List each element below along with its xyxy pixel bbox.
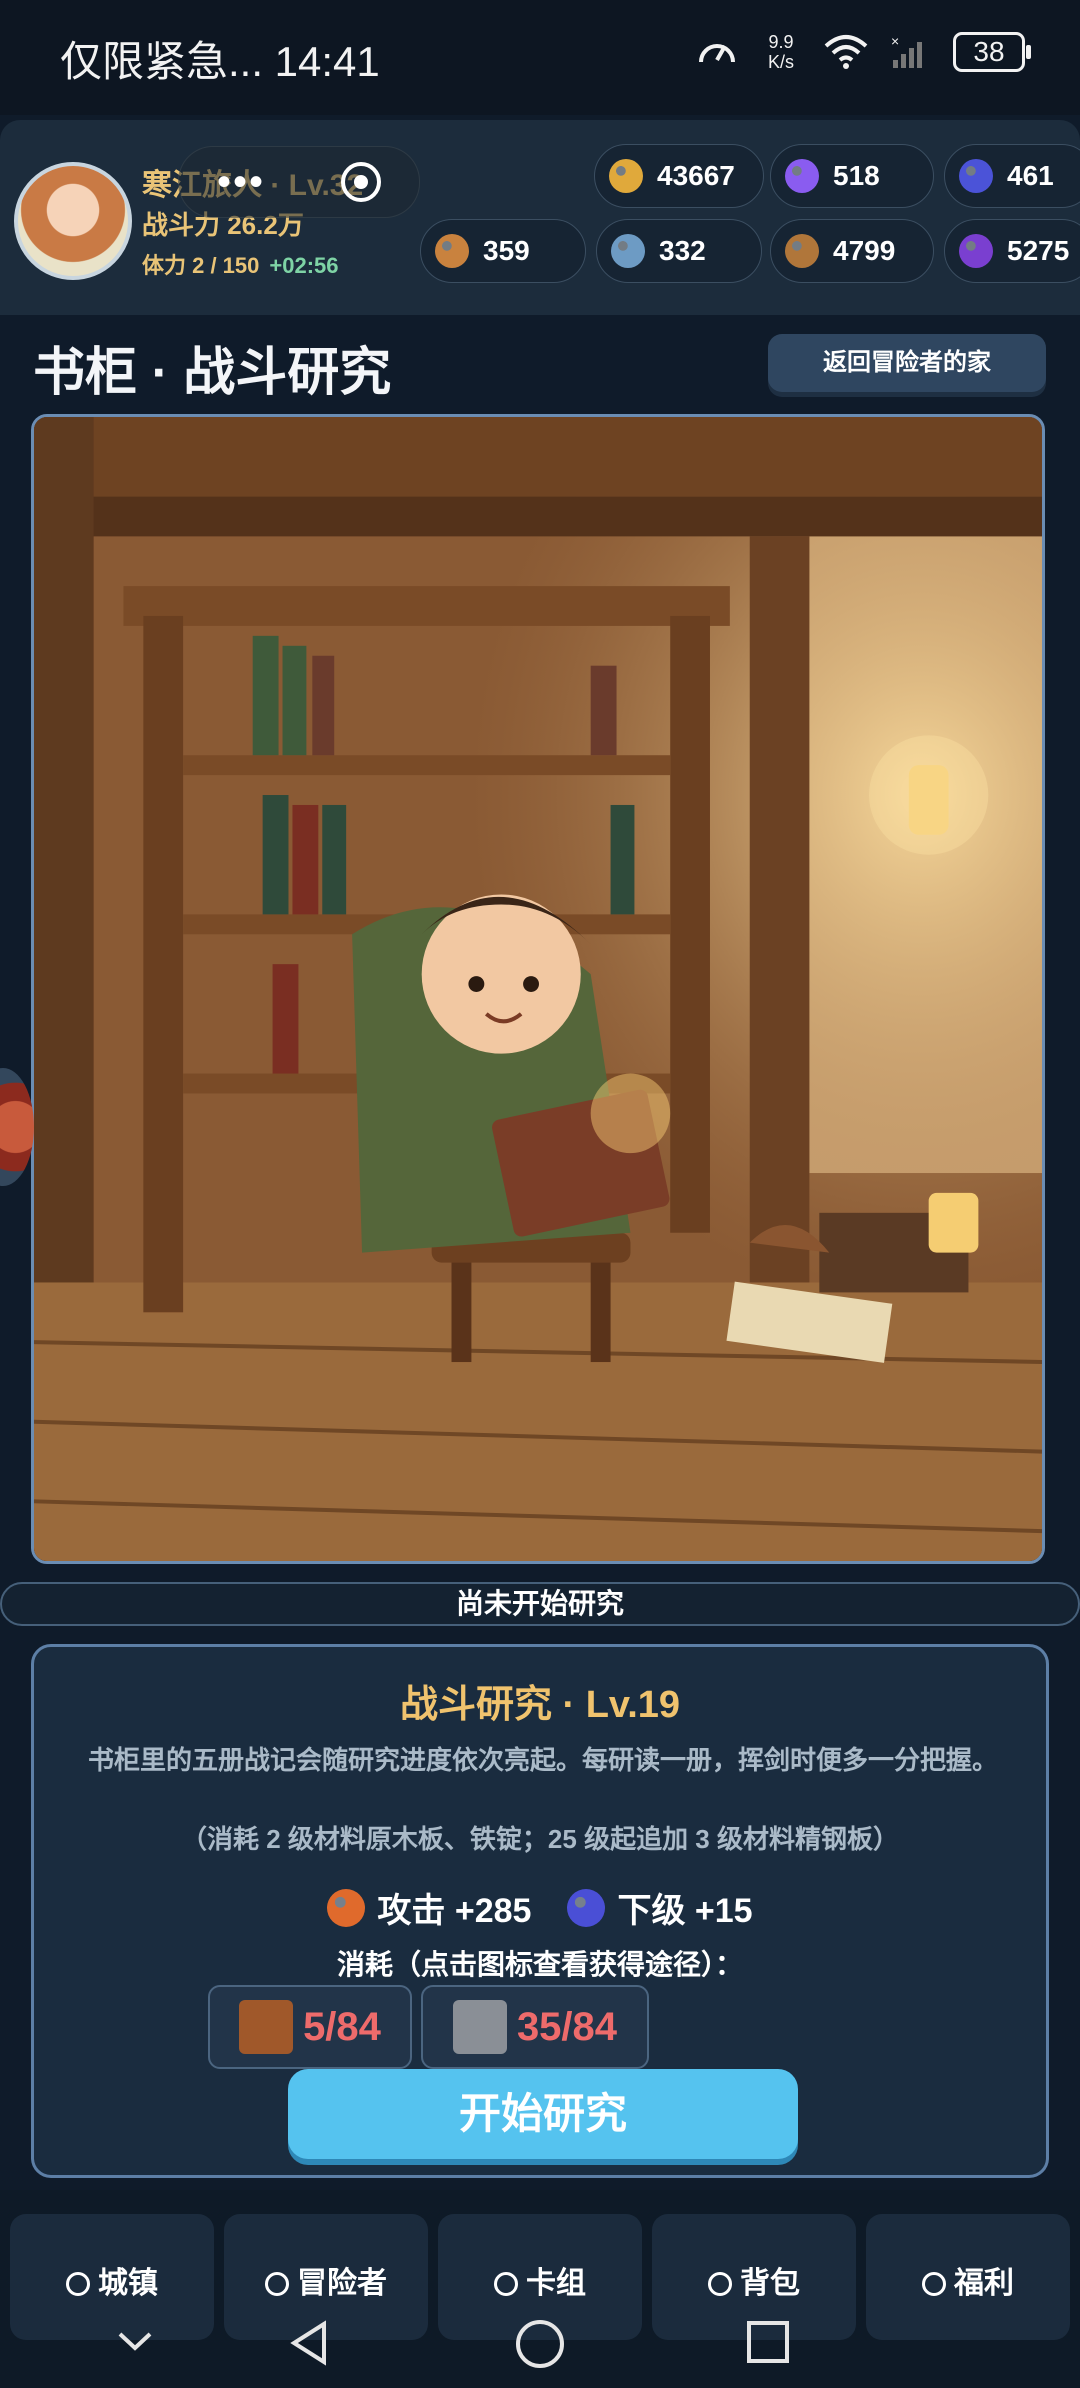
status-bar-icons: 9.9 K/s × 38: [695, 30, 1031, 74]
chevron-down-icon[interactable]: [112, 2318, 158, 2364]
signal-icon: ×: [891, 34, 922, 68]
avatar[interactable]: [14, 162, 132, 280]
library-scene-image: [34, 417, 1042, 1561]
resource-copper[interactable]: 359: [420, 219, 586, 283]
more-options-icon[interactable]: •••: [217, 160, 265, 205]
tab-label: 卡组: [526, 2267, 586, 2300]
circle-icon: [708, 2272, 732, 2296]
system-nav-bar: [0, 2310, 1080, 2388]
resource-violet-orb[interactable]: 5275: [944, 219, 1080, 283]
status-bar: 仅限紧急... 14:41 9.9 K/s × 38: [0, 0, 1080, 115]
resource-value: 461: [1007, 160, 1054, 191]
resource-gem[interactable]: 518: [770, 144, 934, 208]
home-circle-icon[interactable]: [514, 2318, 566, 2370]
purple-gem-icon: [785, 159, 819, 193]
crystal-ore-icon: [611, 234, 645, 268]
circle-icon: [922, 2272, 946, 2296]
back-to-home-button[interactable]: 返回冒险者的家: [768, 334, 1046, 392]
miniprogram-capsule: •••: [178, 146, 420, 218]
recents-square-icon[interactable]: [744, 2318, 792, 2366]
resource-value: 43667: [657, 160, 735, 191]
speedometer-icon: [699, 44, 735, 63]
wood-plank-icon: [239, 2000, 294, 2054]
stamina-timer: +02:56: [269, 253, 339, 278]
circle-icon: [494, 2272, 518, 2296]
research-material-note: （消耗 2 级材料原木板、铁锭；25 级起追加 3 级材料精钢板）: [181, 1824, 899, 1854]
research-description: 书柜里的五册战记会随研究进度依次亮起。每研读一册，挥剑时便多一分把握。: [87, 1745, 998, 1775]
cost-wood-plank[interactable]: 5/84: [208, 1985, 412, 2069]
resource-crystal[interactable]: 332: [596, 219, 762, 283]
research-bonuses: 攻击 +285 下级 +15: [34, 1883, 1046, 1932]
cost-value: 5/84: [303, 2004, 381, 2049]
resource-value: 5275: [1007, 235, 1070, 266]
bronze-medal-icon: [785, 234, 819, 268]
resource-value: 518: [833, 160, 880, 191]
net-speed-value: 9.9: [768, 32, 794, 52]
resource-value: 4799: [833, 235, 896, 266]
stamina: 体力 2 / 150 +02:56: [142, 248, 339, 280]
start-research-button[interactable]: 开始研究: [288, 2069, 798, 2159]
bonus-attack: 攻击 +285: [327, 1883, 531, 1932]
resource-value: 359: [483, 235, 530, 266]
cost-value: 35/84: [516, 2004, 618, 2049]
cost-iron-ingot[interactable]: 35/84: [421, 1985, 649, 2069]
back-triangle-icon[interactable]: [284, 2318, 334, 2368]
attack-icon: [327, 1888, 366, 1927]
research-panel: 战斗研究 · Lv.19 书柜里的五册战记会随研究进度依次亮起。每研读一册，挥剑…: [31, 1644, 1049, 2178]
tab-label: 背包: [740, 2267, 800, 2300]
resource-blue-orb[interactable]: 461: [944, 144, 1080, 208]
iron-ingot-icon: [452, 2000, 507, 2054]
bonus-text: 下级 +15: [617, 1892, 753, 1930]
stamina-value: 体力 2 / 150: [142, 253, 260, 278]
bonus-text: 攻击 +285: [377, 1892, 532, 1930]
status-bar-time: 仅限紧急... 14:41: [60, 38, 380, 85]
research-title: 战斗研究 · Lv.19: [399, 1684, 681, 1726]
gold-coin-icon: [609, 159, 643, 193]
resource-value: 332: [659, 235, 706, 266]
orb-icon: [567, 1888, 606, 1927]
resource-gold[interactable]: 43667: [594, 144, 764, 208]
battery-indicator: 38: [953, 32, 1031, 72]
net-speed-unit: K/s: [767, 52, 794, 72]
circle-icon: [265, 2272, 289, 2296]
resource-bronze[interactable]: 4799: [770, 219, 934, 283]
research-status: 尚未开始研究: [0, 1582, 1080, 1626]
copper-coin-icon: [435, 234, 469, 268]
player-header: 寒江旅人 · Lv.32 战斗力 26.2万 体力 2 / 150+02:56 …: [0, 120, 1080, 315]
tab-label: 福利: [954, 2267, 1014, 2300]
wifi-icon: [824, 35, 868, 69]
side-floating-button[interactable]: [0, 1068, 34, 1186]
net-speed: 9.9 K/s: [761, 32, 801, 72]
blue-orb-icon: [959, 159, 993, 193]
violet-orb-icon: [959, 234, 993, 268]
svg-text:×: ×: [891, 34, 899, 49]
tab-label: 城镇: [98, 2267, 158, 2300]
study-illustration: [31, 414, 1045, 1564]
page-title: 书柜 · 战斗研究: [33, 344, 392, 402]
tab-label: 冒险者: [297, 2267, 387, 2300]
bonus-lower: 下级 +15: [567, 1883, 753, 1932]
cost-label: 消耗（点击图标查看获得途径）：: [336, 1949, 743, 1980]
close-miniprogram-icon[interactable]: [340, 162, 381, 202]
circle-icon: [66, 2272, 90, 2296]
